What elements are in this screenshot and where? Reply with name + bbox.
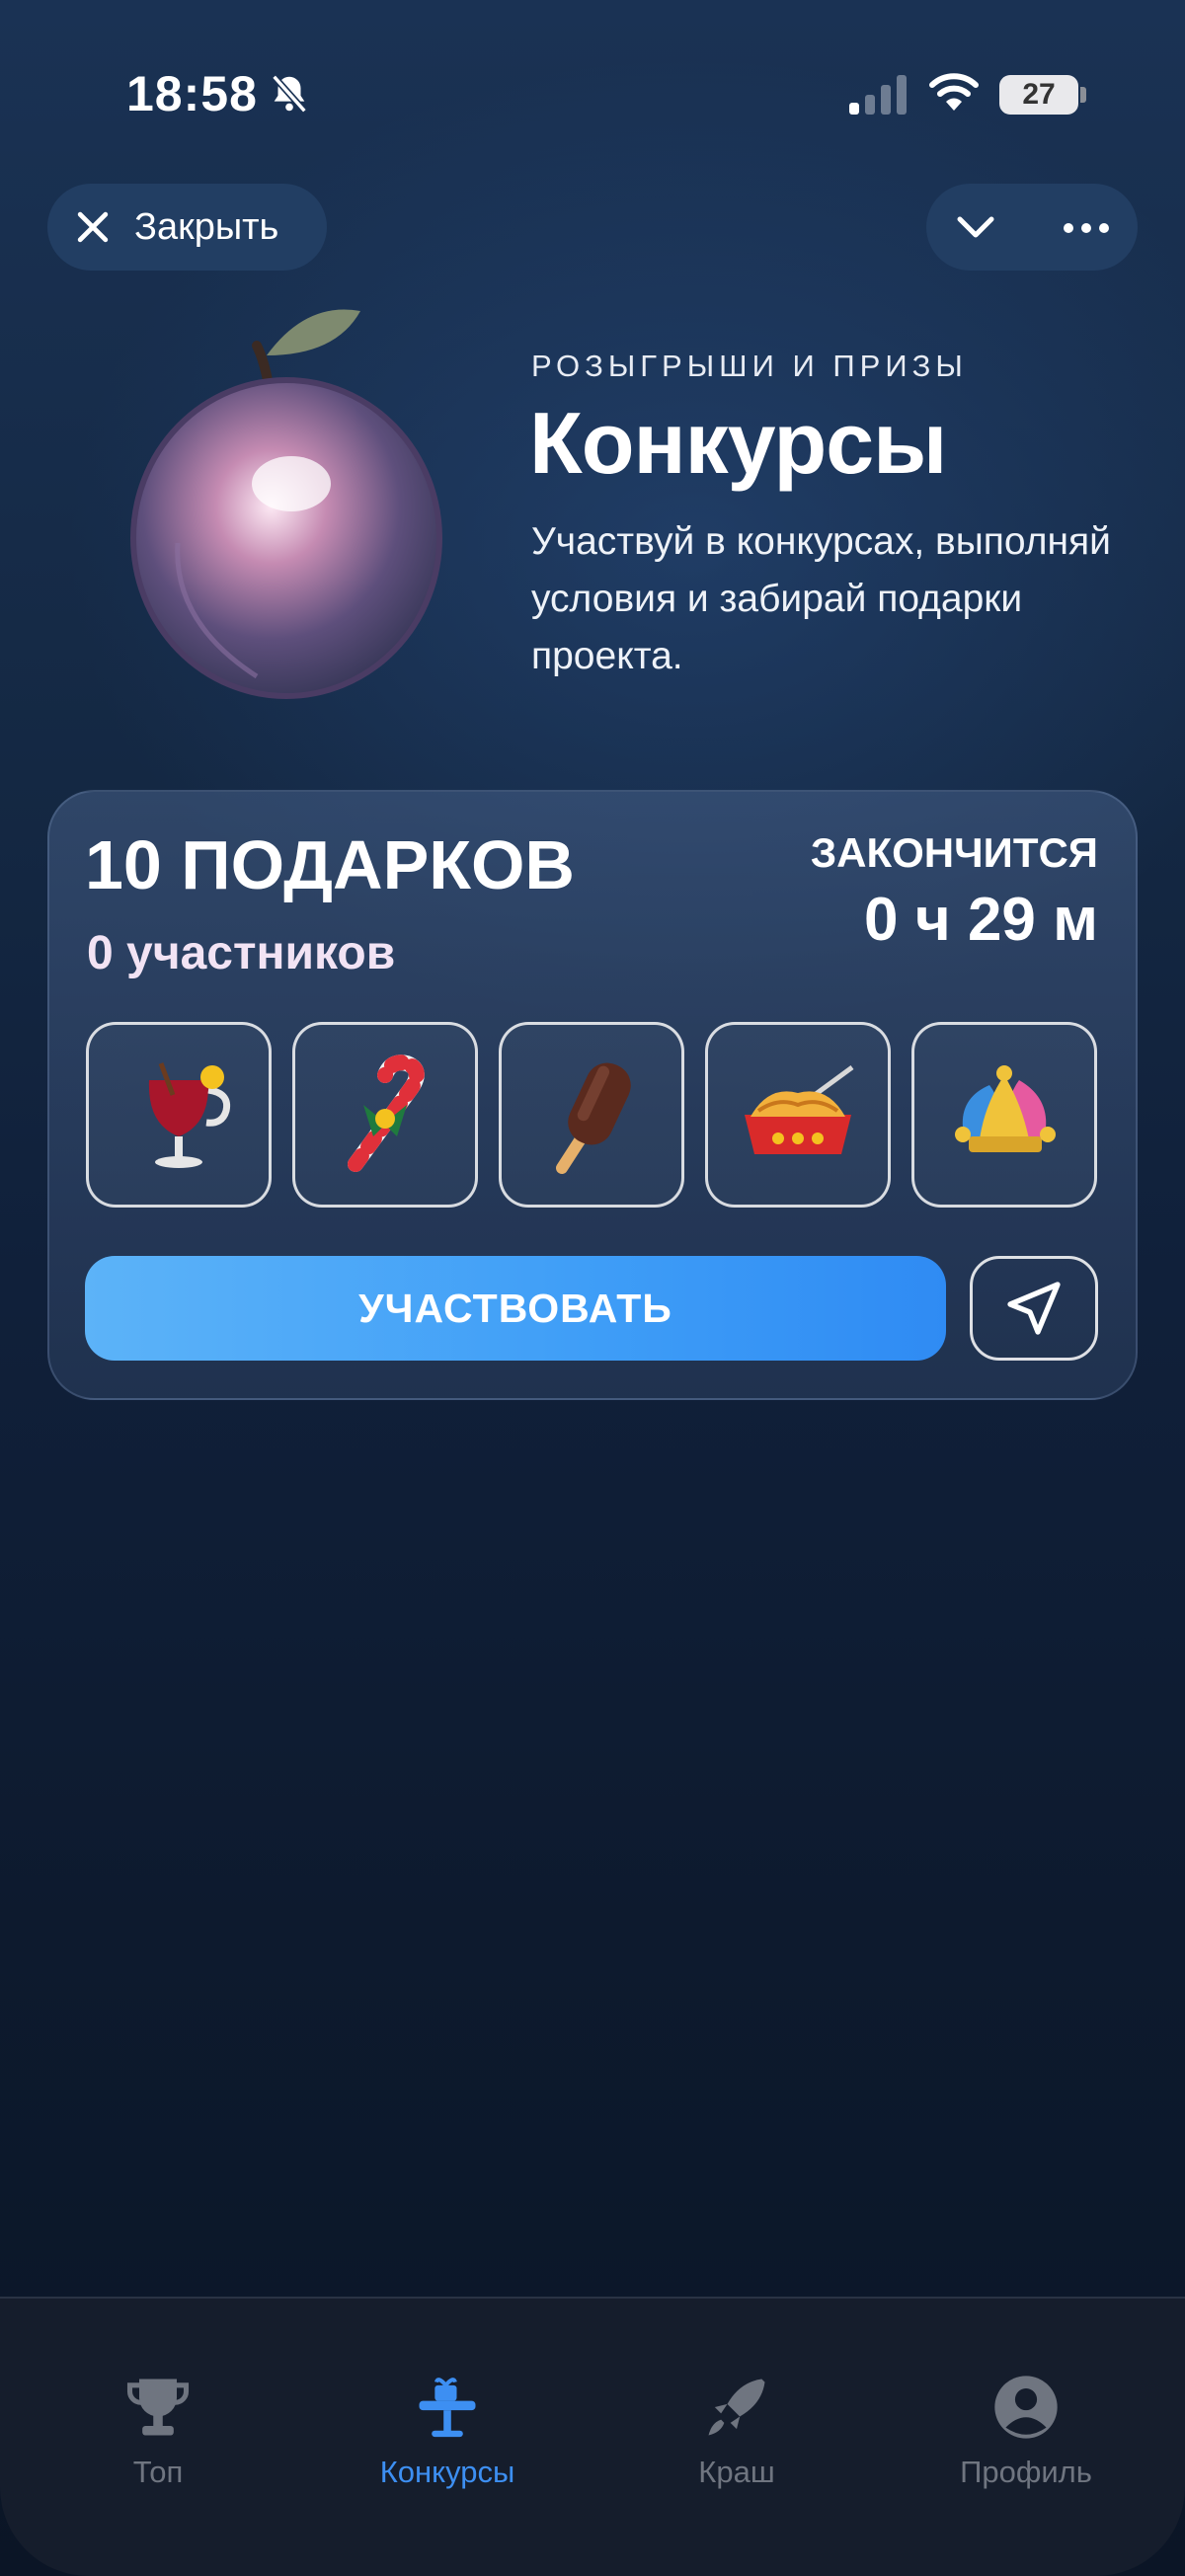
- close-button[interactable]: Закрыть: [47, 184, 327, 271]
- close-icon: [77, 211, 109, 243]
- nav-label-crash: Краш: [698, 2455, 775, 2489]
- battery-indicator: 27: [999, 75, 1078, 115]
- trophy-icon: [126, 2379, 190, 2436]
- gift-slot-mulled-wine[interactable]: [86, 1022, 272, 1208]
- gift-slot-candy-cane[interactable]: [292, 1022, 478, 1208]
- wifi-icon: [929, 73, 979, 111]
- profile-icon: [994, 2376, 1058, 2439]
- participate-button[interactable]: УЧАСТВОВАТЬ: [85, 1256, 946, 1361]
- ice-cream-icon: [556, 1062, 631, 1174]
- gift-slot-noodles[interactable]: [705, 1022, 891, 1208]
- hero-eyebrow: РОЗЫГРЫШИ И ПРИЗЫ: [531, 349, 968, 383]
- contest-icon: [419, 2378, 476, 2438]
- chevron-down-icon[interactable]: [950, 205, 1001, 251]
- cellular-signal-icon: [849, 75, 907, 115]
- gifts-count-title: 10 ПОДАРКОВ: [85, 826, 575, 903]
- nav-item-profile[interactable]: Профиль: [898, 2370, 1154, 2490]
- nav-label-profile: Профиль: [960, 2455, 1092, 2489]
- close-label: Закрыть: [134, 205, 279, 248]
- rocket-icon: [708, 2379, 765, 2436]
- battery-tip: [1080, 87, 1086, 103]
- gift-slot-jester-hat[interactable]: [911, 1022, 1097, 1208]
- nav-item-crash[interactable]: Краш: [608, 2370, 865, 2490]
- jester-hat-icon: [955, 1065, 1056, 1152]
- ends-label: ЗАКОНЧИТСЯ: [810, 829, 1098, 876]
- noodles-box-icon: [745, 1064, 854, 1154]
- nav-label-top: Топ: [132, 2455, 184, 2489]
- more-options-icon[interactable]: [1057, 205, 1116, 251]
- nav-item-top[interactable]: Топ: [30, 2370, 286, 2490]
- page-title: Конкурсы: [529, 394, 947, 492]
- hero-description: Участвуй в конкурсах, выполняй условия и…: [531, 520, 1111, 677]
- nav-label-contests: Конкурсы: [379, 2455, 515, 2489]
- plum-illustration: [130, 309, 442, 699]
- share-button[interactable]: [970, 1256, 1098, 1361]
- candy-cane-icon: [348, 1054, 425, 1172]
- nav-item-contests[interactable]: Конкурсы: [319, 2370, 576, 2490]
- bell-muted-icon: [272, 74, 307, 114]
- participants-count: 0 участников: [87, 927, 396, 979]
- mulled-wine-icon: [148, 1062, 231, 1168]
- ends-time: 0 ч 29 м: [864, 886, 1098, 954]
- status-time: 18:58: [126, 66, 258, 121]
- gift-slot-ice-cream[interactable]: [499, 1022, 684, 1208]
- send-icon: [1007, 1282, 1061, 1335]
